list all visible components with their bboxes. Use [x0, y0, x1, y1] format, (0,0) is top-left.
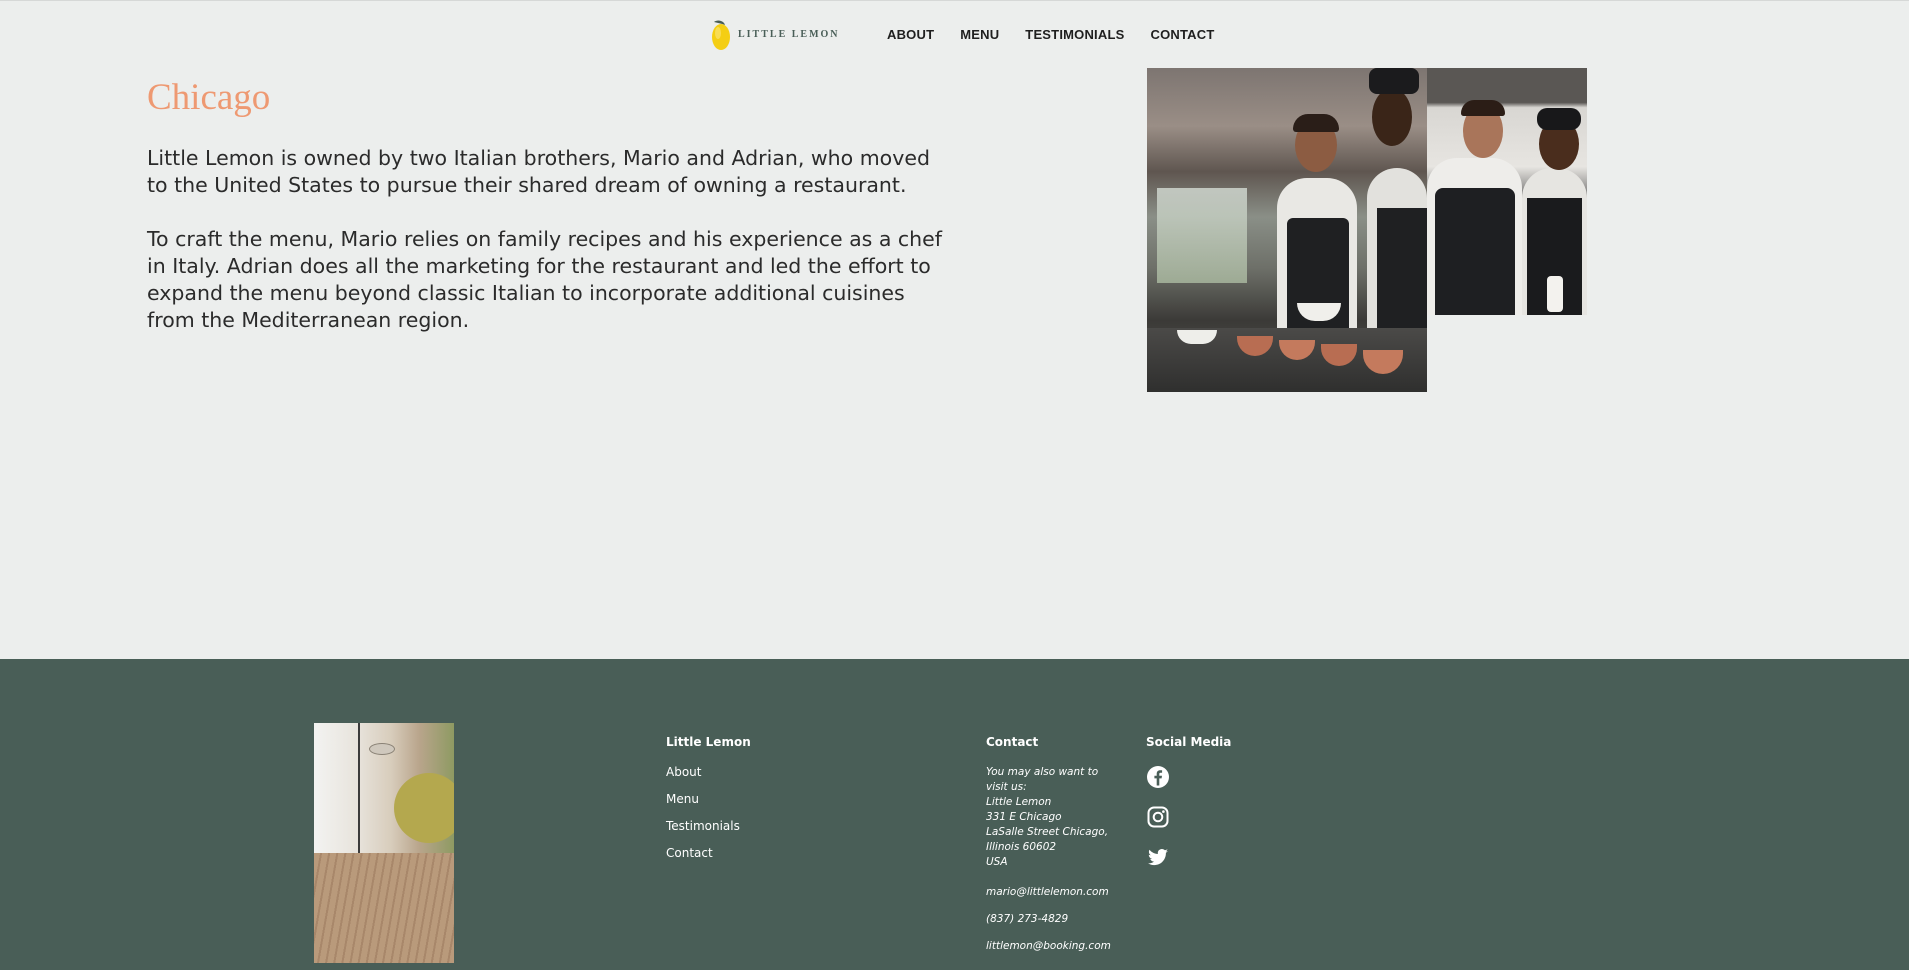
twitter-icon[interactable] — [1146, 845, 1170, 869]
about-paragraph-1: Little Lemon is owned by two Italian bro… — [147, 146, 930, 197]
contact-booking-email[interactable]: littlemon@booking.com — [986, 939, 1126, 954]
contact-line: LaSalle Street Chicago, — [986, 826, 1109, 838]
contact-line: 331 E Chicago — [986, 811, 1062, 823]
contact-line: You may also want to — [986, 766, 1099, 778]
chefs-cooking-photo — [1147, 68, 1427, 392]
footer-social: Social Media — [1146, 735, 1231, 885]
page: LITTLE LEMON ABOUT MENU TESTIMONIALS CON… — [0, 0, 1909, 970]
nav-menu[interactable]: MENU — [960, 27, 999, 42]
site-footer: Little Lemon About Menu Testimonials Con… — [0, 659, 1909, 970]
nav-testimonials[interactable]: TESTIMONIALS — [1025, 27, 1124, 42]
contact-line: Illinois 60602 — [986, 841, 1057, 853]
contact-phone[interactable]: (837) 273-4829 — [986, 912, 1126, 927]
contact-line: visit us: — [986, 781, 1027, 793]
smiling-chefs-photo — [1427, 68, 1587, 315]
floor-shape — [314, 853, 454, 963]
lamp-shape — [369, 743, 395, 755]
nav-about[interactable]: ABOUT — [887, 27, 934, 42]
about-paragraph-2: To craft the menu, Mario relies on famil… — [147, 227, 943, 332]
footer-link-testimonials[interactable]: Testimonials — [666, 819, 751, 833]
contact-email[interactable]: mario@littlelemon.com — [986, 885, 1126, 900]
main-nav: ABOUT MENU TESTIMONIALS CONTACT — [887, 27, 1214, 42]
footer-link-contact[interactable]: Contact — [666, 846, 751, 860]
footer-social-heading: Social Media — [1146, 735, 1232, 749]
logo-text: LITTLE LEMON — [738, 28, 840, 40]
restaurant-interior-photo — [314, 723, 454, 963]
footer-contact-heading: Contact — [986, 735, 1039, 749]
footer-link-about[interactable]: About — [666, 765, 751, 779]
instagram-icon[interactable] — [1146, 805, 1170, 829]
page-title: Chicago — [147, 77, 271, 118]
footer-nav-heading: Little Lemon — [666, 735, 751, 749]
contact-line: USA — [986, 856, 1008, 868]
lemon-logo-icon — [710, 17, 732, 51]
footer-link-menu[interactable]: Menu — [666, 792, 751, 806]
tree-shape — [394, 773, 454, 843]
site-header: LITTLE LEMON ABOUT MENU TESTIMONIALS CON… — [0, 0, 1909, 66]
contact-line: Little Lemon — [986, 796, 1052, 808]
nav-contact[interactable]: CONTACT — [1150, 27, 1214, 42]
facebook-icon[interactable] — [1146, 765, 1170, 789]
footer-nav: Little Lemon About Menu Testimonials Con… — [666, 735, 751, 873]
footer-contact: Contact You may also want to visit us: L… — [986, 735, 1126, 954]
site-logo[interactable]: LITTLE LEMON — [710, 16, 840, 52]
